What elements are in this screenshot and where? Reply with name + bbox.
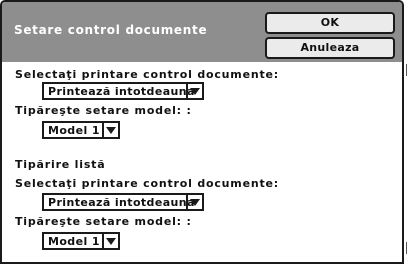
print-model-label: Tipăreşte setare model: : [15,215,192,228]
chevron-down-icon [186,84,202,98]
document-control-dialog: Setare control documente OK Anuleaza Sel… [0,0,404,264]
chevron-down-icon [186,195,202,209]
list-print-heading: Tipărire listă [15,158,106,171]
print-control-label: Selectaţi printare control documente: [15,177,279,190]
cancel-button[interactable]: Anuleaza [265,37,395,59]
print-control-label: Selectaţi printare control documente: [15,68,279,81]
print-model-label: Tipăreşte setare model: : [15,104,192,117]
background-edge [406,64,407,76]
print-mode-select[interactable]: Printează intotdeauna [42,82,204,100]
ok-button[interactable]: OK [265,12,395,34]
print-mode-select[interactable]: Printează intotdeauna [42,193,204,211]
print-mode-value: Printează intotdeauna [48,196,195,209]
dialog-title: Setare control documente [14,23,208,37]
chevron-down-icon [102,123,118,137]
model-value: Model 1 [48,235,100,248]
print-mode-value: Printează intotdeauna [48,85,195,98]
background-edge [406,242,407,254]
model-select[interactable]: Model 1 [42,121,120,139]
chevron-down-icon [102,234,118,248]
settings-list[interactable]: Selectaţi printare control documente: Pr… [2,62,402,262]
model-value: Model 1 [48,124,100,137]
dialog-header: Setare control documente OK Anuleaza [2,2,402,62]
model-select[interactable]: Model 1 [42,232,120,250]
